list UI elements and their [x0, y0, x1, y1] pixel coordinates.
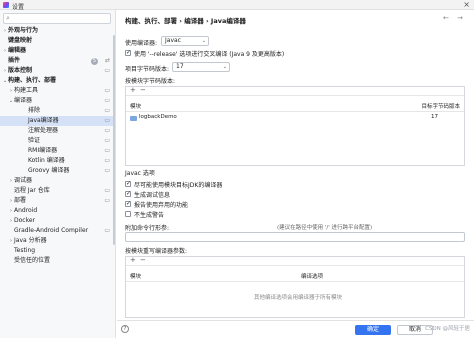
settings-page-icon: ▭	[104, 187, 110, 194]
module-target-version: 17	[431, 114, 438, 120]
sidebar-item-annotation-processors[interactable]: 注解处理器 ▭	[0, 126, 114, 136]
settings-page-icon: ▭	[104, 167, 110, 174]
cmd-params-label: 附加命令行形参:	[125, 225, 170, 232]
settings-page-icon: ▭	[104, 107, 110, 114]
release-option-label: 使用 '--release' 选项进行交叉编译 (Java 9 及更高版本)	[134, 51, 285, 58]
sidebar-item-compiler[interactable]: ⌄编译器 ▭	[0, 96, 114, 106]
chevron-down-icon: ⌄	[222, 64, 227, 70]
sidebar-item-android[interactable]: › Android	[0, 206, 114, 216]
module-folder-icon	[130, 116, 137, 121]
table-header: 模块 编译选项	[126, 273, 464, 282]
ok-button[interactable]: 确定	[355, 325, 391, 335]
help-icon[interactable]: ?	[121, 325, 129, 333]
sidebar-item-docker[interactable]: › Docker	[0, 216, 114, 226]
no-warnings-label: 不生成警告	[134, 212, 165, 219]
settings-page-icon: ▭	[104, 157, 110, 164]
report-deprecated-label: 报告使用弃用的功能	[134, 202, 189, 209]
override-params-table: + − 模块 编译选项 其他编译选项会用编译器于所有模块	[125, 256, 465, 318]
sidebar-item-vcs[interactable]: › 版本控制 ▭	[0, 66, 114, 76]
settings-sidebar: ⌕ › 外观与行为 键盘映射 › 编辑器 插件 5 ⇄ › 版本控制 ▭ ⌄构建、执行…	[0, 10, 116, 338]
column-header-compile-options: 编译选项	[301, 274, 324, 280]
release-option-checkbox[interactable]	[125, 49, 131, 56]
override-params-label: 按模块重写编译器参数:	[125, 248, 188, 255]
settings-content: 构建、执行、部署 › 编译器 › Java编译器 ← → 使用编译器: Java…	[117, 10, 474, 338]
sidebar-item-build-execution-deployment[interactable]: ⌄构建、执行、部署	[0, 76, 114, 86]
sidebar-item-plugins[interactable]: 插件 5 ⇄	[0, 56, 114, 66]
sidebar-scrollbar[interactable]	[113, 35, 115, 245]
forward-arrow-icon[interactable]: →	[457, 14, 463, 22]
sidebar-item-java-profiler[interactable]: › Java 分析器	[0, 236, 114, 246]
javac-options-heading: Javac 选项	[125, 170, 155, 177]
column-header-target-version: 目标字节码版本	[421, 104, 460, 110]
sidebar-item-appearance[interactable]: › 外观与行为	[0, 26, 114, 36]
use-module-jdk-label: 尽可能使用模块目标JDK的编译器	[134, 182, 223, 189]
sidebar-item-debugger[interactable]: › 调试器	[0, 176, 114, 186]
module-bytecode-table: + − 模块 目标字节码版本 logbackDemo 17	[125, 86, 465, 166]
sidebar-item-deployment[interactable]: › 部署 ▭	[0, 196, 114, 206]
sidebar-item-keymap[interactable]: 键盘映射	[0, 36, 114, 46]
settings-page-icon: ▭	[104, 97, 110, 104]
sidebar-item-editor[interactable]: › 编辑器	[0, 46, 114, 56]
watermark: CSDN @风轻于居	[425, 326, 470, 332]
no-warnings-checkbox[interactable]	[125, 211, 131, 217]
settings-page-icon: ▭	[104, 137, 110, 144]
column-header-module: 模块	[130, 104, 142, 110]
cmd-params-hint: (建议在路径中使用 '/' 进行跨平台配置)	[277, 225, 373, 231]
sidebar-item-java-compiler[interactable]: Java编译器 ▭	[0, 116, 114, 126]
sidebar-item-excludes[interactable]: 排除 ▭	[0, 106, 114, 116]
settings-page-icon: ▭	[104, 197, 110, 204]
settings-page-icon: ▭	[104, 227, 110, 234]
settings-page-icon: ▭	[104, 117, 110, 124]
settings-page-icon: ▭	[104, 147, 110, 154]
cmd-params-input[interactable]	[125, 232, 465, 242]
search-input[interactable]: ⌕	[3, 13, 111, 24]
debug-info-label: 生成调试信息	[134, 192, 171, 199]
compiler-label: 使用编译器:	[125, 40, 158, 47]
dialog-button-bar: ? 确定 取消	[117, 320, 474, 338]
search-icon: ⌕	[6, 14, 10, 22]
sidebar-item-rmi-compiler[interactable]: RMI编译器 ▭	[0, 146, 114, 156]
sidebar-item-gradle-android-compiler[interactable]: Gradle-Android Compiler ▭	[0, 226, 114, 236]
sidebar-item-trusted-locations[interactable]: 受信任的位置	[0, 256, 114, 266]
remove-icon[interactable]: −	[140, 86, 146, 94]
table-toolbar: + −	[126, 256, 464, 266]
remove-icon[interactable]: −	[140, 256, 146, 264]
intellij-logo-icon	[3, 2, 9, 8]
table-toolbar: + −	[126, 86, 464, 96]
column-header-module: 模块	[130, 274, 142, 280]
chevron-down-icon: ⌄	[201, 38, 206, 44]
table-header: 模块 目标字节码版本	[126, 103, 464, 112]
sidebar-item-testing[interactable]: Testing	[0, 246, 114, 256]
breadcrumb: 构建、执行、部署 › 编译器 › Java编译器	[125, 17, 246, 25]
bytecode-version-select[interactable]: 17 ⌄	[172, 62, 230, 72]
settings-page-icon: ▭	[104, 87, 110, 94]
sidebar-item-kotlin-compiler[interactable]: Kotlin 编译器 ▭	[0, 156, 114, 166]
table-row[interactable]: logbackDemo 17	[126, 113, 464, 123]
debug-info-checkbox[interactable]	[125, 190, 131, 197]
sidebar-item-build-tools[interactable]: › 构建工具 ▭	[0, 86, 114, 96]
add-icon[interactable]: +	[130, 86, 136, 94]
sidebar-item-remote-jar[interactable]: 远程 Jar 仓库 ▭	[0, 186, 114, 196]
use-module-jdk-checkbox[interactable]	[125, 180, 131, 187]
empty-table-text: 其他编译选项会用编译器于所有模块	[254, 295, 343, 301]
compiler-select[interactable]: Javac ⌄	[161, 36, 209, 46]
sidebar-item-validation[interactable]: 验证 ▭	[0, 136, 114, 146]
module-name: logbackDemo	[139, 114, 177, 120]
close-icon[interactable]: ×	[463, 0, 470, 9]
sidebar-item-groovy-compiler[interactable]: Groovy 编译器 ▭	[0, 166, 114, 176]
settings-page-icon: ▭	[104, 127, 110, 134]
back-arrow-icon[interactable]: ←	[443, 14, 449, 22]
add-icon[interactable]: +	[130, 256, 136, 264]
settings-page-icon: ▭	[104, 67, 110, 74]
per-module-bytecode-label: 按模块字节码版本:	[125, 78, 176, 85]
title-bar: 设置 ×	[0, 0, 474, 11]
translate-icon: ⇄	[104, 57, 110, 64]
bytecode-version-label: 项目字节码版本:	[125, 66, 170, 73]
report-deprecated-checkbox[interactable]	[125, 200, 131, 207]
update-count-badge: 5	[91, 57, 98, 65]
